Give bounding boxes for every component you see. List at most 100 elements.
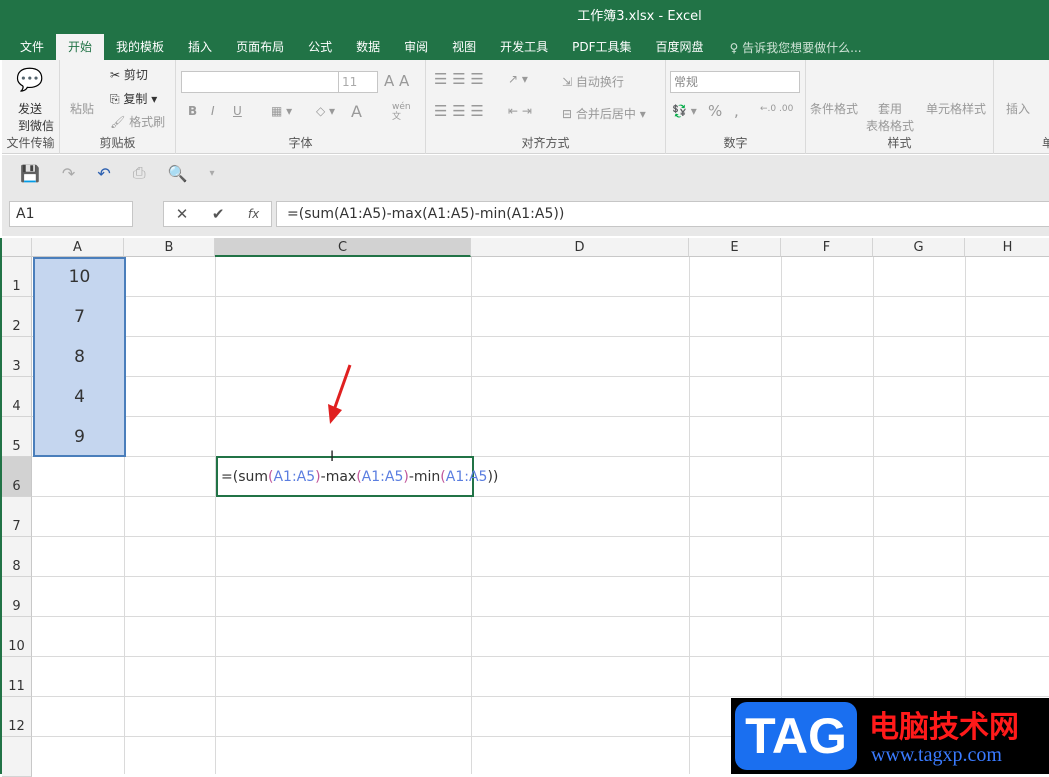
phonetic-button[interactable]: wén 文 [392, 102, 411, 122]
row-header-13[interactable] [2, 737, 32, 777]
row-header-4[interactable]: 4 [2, 377, 32, 417]
group-file-transfer: 💬 发送 到微信 文件传输 [2, 60, 60, 154]
ribbon-tabs: 文件 开始 我的模板 插入 页面布局 公式 数据 审阅 视图 开发工具 PDF工具集 百度网盘 ♀ 告诉… [0, 34, 1049, 60]
tab-6[interactable]: 数据 [344, 34, 392, 60]
redo-icon[interactable]: ↷ [62, 164, 75, 183]
tab-0[interactable]: 文件 [8, 34, 56, 60]
wrap-text-button[interactable]: ⇲ 自动换行 [562, 73, 624, 90]
formula-token: A1:A5 [361, 469, 404, 485]
column-header-G[interactable]: G [873, 238, 965, 257]
insert-cells-button[interactable]: 插入 [1006, 100, 1030, 117]
tab-2[interactable]: 我的模板 [104, 34, 176, 60]
name-box[interactable]: A1 [9, 201, 133, 227]
formula-buttons: ✕ ✔ fx [163, 201, 272, 227]
border-icon[interactable]: ▦ ▾ [271, 104, 292, 118]
percent-button[interactable]: % [708, 102, 722, 120]
column-header-E[interactable]: E [689, 238, 781, 257]
format-painter-button[interactable]: 🖌 格式刷 [110, 113, 165, 130]
formula-token: A1:A5 [273, 469, 316, 485]
spreadsheet-grid[interactable]: A B C D E F G H 1 2 3 4 5 6 7 8 9 10 11 12 10 7 8 4 9 =(sum(A1:A5… [0, 238, 1049, 777]
row-header-12[interactable]: 12 [2, 697, 32, 737]
save-icon[interactable]: 💾 [20, 164, 40, 183]
row-header-6[interactable]: 6 [2, 457, 32, 497]
number-format-select[interactable]: 常规 [670, 71, 800, 93]
font-color-button[interactable]: A [351, 102, 362, 121]
annotation-arrow [328, 364, 352, 424]
bold-button[interactable]: B [188, 104, 197, 118]
editing-cell-C6[interactable]: =(sum(A1:A5)-max(A1:A5)-min(A1:A5)) I [216, 449, 498, 497]
formula-token: sum [238, 469, 269, 485]
font-size-select[interactable]: 11 [338, 71, 378, 93]
tab-5[interactable]: 公式 [296, 34, 344, 60]
column-header-A[interactable]: A [32, 238, 124, 257]
group-label: 对齐方式 [521, 136, 570, 150]
cancel-icon[interactable]: ✕ [176, 205, 189, 223]
gridline [32, 616, 1049, 617]
print-preview-icon[interactable]: ⎙ [133, 163, 146, 183]
formula-input[interactable]: =(sum(A1:A5)-max(A1:A5)-min(A1:A5)) [276, 201, 1049, 227]
row-header-2[interactable]: 2 [2, 297, 32, 337]
font-name-select[interactable] [181, 71, 339, 93]
paste-button[interactable]: 粘贴 [70, 100, 94, 117]
customize-icon[interactable]: ▾ [209, 168, 214, 179]
fill-color-icon[interactable]: ◇ ▾ [316, 104, 335, 118]
tell-me-search[interactable]: ♀ 告诉我您想要做什么... [716, 39, 862, 56]
comma-button[interactable]: , [734, 102, 739, 120]
group-label: 文件传输 [6, 136, 55, 150]
conditional-format-button[interactable]: 条件格式 [810, 100, 858, 117]
italic-button[interactable]: I [211, 104, 215, 118]
row-header-5[interactable]: 5 [2, 417, 32, 457]
row-header-11[interactable]: 11 [2, 657, 32, 697]
underline-button[interactable]: U [233, 104, 242, 118]
row-header-9[interactable]: 9 [2, 577, 32, 617]
lightbulb-icon: ♀ [729, 40, 743, 55]
group-number: 常规 💱 ▾ % , ←.0 .00 数字 [666, 60, 806, 154]
group-styles: 条件格式 套用 表格格式 单元格样式 样式 [806, 60, 994, 154]
tab-1[interactable]: 开始 [56, 34, 105, 60]
tab-11[interactable]: 百度网盘 [644, 34, 716, 60]
group-alignment: ☰ ☰ ☰ ☰ ☰ ☰ ↗ ▾ ⇤ ⇥ ⇲ 自动换行 ⊟ 合并后居中 ▾ 对齐方… [426, 60, 666, 154]
window-title: 工作簿3.xlsx - Excel [0, 0, 1049, 34]
tab-3[interactable]: 插入 [176, 34, 224, 60]
group-clipboard: 粘贴 ✂ 剪切 ⎘ 复制 ▾ 🖌 格式刷 剪贴板 [60, 60, 176, 154]
tab-10[interactable]: PDF工具集 [560, 34, 643, 60]
tab-9[interactable]: 开发工具 [488, 34, 560, 60]
enter-icon[interactable]: ✔ [212, 205, 225, 223]
column-header-B[interactable]: B [124, 238, 215, 257]
gridline [32, 656, 1049, 657]
select-all-button[interactable] [2, 238, 32, 257]
cut-button[interactable]: ✂ 剪切 [110, 66, 148, 83]
insert-function-button[interactable]: fx [248, 207, 259, 221]
font-grow-icon[interactable]: A A [384, 72, 409, 90]
format-table-button[interactable]: 套用 表格格式 [866, 100, 914, 134]
group-label: 剪贴板 [99, 136, 136, 150]
cell-styles-button[interactable]: 单元格样式 [926, 100, 986, 117]
tab-8[interactable]: 视图 [440, 34, 488, 60]
group-label: 数字 [723, 136, 748, 150]
column-header-F[interactable]: F [781, 238, 873, 257]
zoom-preview-icon[interactable]: 🔍 [168, 164, 188, 183]
column-header-C[interactable]: C [215, 238, 471, 257]
row-header-10[interactable]: 10 [2, 617, 32, 657]
column-header-H[interactable]: H [965, 238, 1049, 257]
accounting-icon[interactable]: 💱 ▾ [672, 104, 697, 118]
column-header-D[interactable]: D [471, 238, 689, 257]
row-header-1[interactable]: 1 [2, 257, 32, 297]
text-cursor-icon: I [330, 449, 335, 465]
gridline [32, 456, 1049, 457]
row-header-3[interactable]: 3 [2, 337, 32, 377]
vertical-align-icons[interactable]: ☰ ☰ ☰ [434, 70, 484, 88]
undo-icon[interactable]: ↶ [97, 164, 110, 183]
decimal-icons[interactable]: ←.0 .00 [760, 104, 793, 114]
tab-7[interactable]: 审阅 [392, 34, 440, 60]
row-header-7[interactable]: 7 [2, 497, 32, 537]
orientation-icon[interactable]: ↗ ▾ [508, 72, 528, 86]
merge-center-button[interactable]: ⊟ 合并后居中 ▾ [562, 105, 646, 122]
send-wechat-button[interactable]: 发送 到微信 [18, 100, 54, 134]
horizontal-align-icons[interactable]: ☰ ☰ ☰ [434, 102, 484, 120]
copy-button[interactable]: ⎘ 复制 ▾ [110, 90, 157, 107]
indent-icons[interactable]: ⇤ ⇥ [508, 104, 532, 118]
tab-4[interactable]: 页面布局 [224, 34, 296, 60]
row-header-8[interactable]: 8 [2, 537, 32, 577]
formula-token: A1:A5 [445, 469, 488, 485]
